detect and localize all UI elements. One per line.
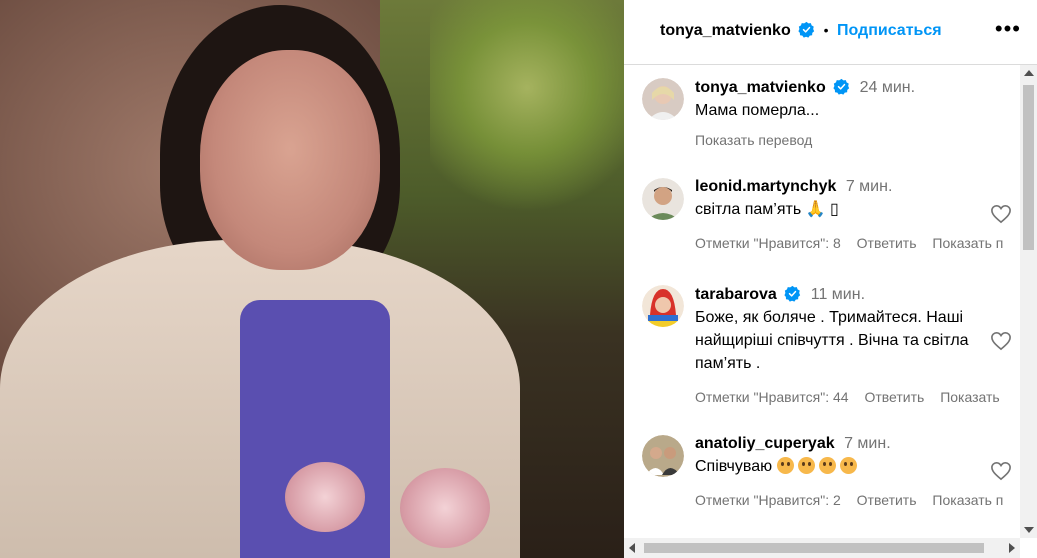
- scrollbar-thumb[interactable]: [1023, 85, 1034, 250]
- comment-text: Співчуваю: [695, 455, 1015, 478]
- comment-timestamp[interactable]: 7 мин.: [846, 178, 893, 195]
- comment-actions: Отметки "Нравится": 8 Ответить Показать …: [695, 235, 1015, 251]
- heart-outline-icon[interactable]: [990, 331, 1012, 351]
- reply-button[interactable]: Ответить: [857, 492, 917, 508]
- scroll-up-arrow-icon[interactable]: [1024, 70, 1034, 76]
- comment-text: Боже, як боляче . Тримайтеся. Наші найщи…: [695, 309, 969, 372]
- sad-face-icon: [818, 457, 836, 474]
- comment-username[interactable]: anatoliy_cuperyak: [695, 435, 835, 452]
- show-translation-button[interactable]: Показать перевод: [695, 132, 812, 148]
- comment-body: anatoliy_cuperyak 7 мин. Співчуваю Отмет…: [695, 435, 1015, 508]
- avatar[interactable]: [642, 435, 684, 477]
- sad-face-icon: [797, 457, 815, 474]
- scrollbar-thumb[interactable]: [644, 543, 984, 553]
- photo-rose-left: [285, 462, 365, 532]
- avatar[interactable]: [642, 285, 684, 327]
- comment-actions: Отметки "Нравится": 2 Ответить Показать …: [695, 492, 1015, 508]
- avatar[interactable]: [642, 78, 684, 120]
- heart-outline-icon[interactable]: [990, 204, 1012, 224]
- scroll-down-arrow-icon[interactable]: [1024, 527, 1034, 533]
- comment-username[interactable]: leonid.martynchyk: [695, 178, 836, 195]
- comment-actions: Отметки "Нравится": 44 Ответить Показать: [695, 389, 1015, 405]
- more-options-icon[interactable]: •••: [995, 18, 1021, 40]
- follow-button[interactable]: Подписаться: [837, 22, 942, 39]
- post-header: tonya_matvienko • Подписаться •••: [624, 0, 1037, 65]
- horizontal-scrollbar[interactable]: [624, 538, 1020, 558]
- scroll-right-arrow-icon[interactable]: [1009, 543, 1015, 553]
- show-replies-button[interactable]: Показать: [940, 389, 1000, 405]
- comments-list: tonya_matvienko 24 мин. Мама померла... …: [624, 65, 1022, 537]
- sad-face-icon: [776, 457, 794, 474]
- photo-foliage: [430, 0, 624, 220]
- likes-count-button[interactable]: Отметки "Нравится": 2: [695, 492, 841, 508]
- comment-body: tonya_matvienko 24 мин. Мама померла... …: [695, 78, 1015, 148]
- comment-username[interactable]: tarabarova: [695, 286, 777, 303]
- verified-badge-icon: [833, 78, 850, 95]
- photo-face: [200, 50, 380, 270]
- comment-text-main: світла пам’ять 🙏: [695, 201, 830, 218]
- header-separator: •: [823, 22, 829, 38]
- comment-body: leonid.martynchyk 7 мин. світла пам’ять …: [695, 178, 1015, 251]
- comment-actions: Показать перевод: [695, 132, 1015, 148]
- scroll-left-arrow-icon[interactable]: [629, 543, 635, 553]
- verified-badge-icon: [784, 285, 801, 302]
- reply-button[interactable]: Ответить: [857, 235, 917, 251]
- comment-timestamp[interactable]: 7 мин.: [844, 435, 891, 452]
- reply-button[interactable]: Ответить: [864, 389, 924, 405]
- comment-timestamp[interactable]: 11 мин.: [811, 286, 865, 303]
- comment-text: Мама померла...: [695, 102, 820, 119]
- header-username[interactable]: tonya_matvienko: [660, 22, 791, 39]
- post-side-panel: tonya_matvienko • Подписаться ••• tonya_…: [624, 0, 1037, 558]
- avatar[interactable]: [642, 178, 684, 220]
- show-replies-button[interactable]: Показать п: [932, 492, 1003, 508]
- post-photo[interactable]: [0, 0, 624, 558]
- comment-text-main: Співчуваю: [695, 458, 773, 475]
- comment-timestamp[interactable]: 24 мин.: [860, 79, 915, 96]
- vertical-scrollbar[interactable]: [1020, 65, 1037, 538]
- sad-face-icon: [839, 457, 857, 474]
- likes-count-button[interactable]: Отметки "Нравится": 44: [695, 389, 849, 405]
- heart-outline-icon[interactable]: [990, 461, 1012, 481]
- comment-username[interactable]: tonya_matvienko: [695, 79, 826, 96]
- header-author-line: tonya_matvienko • Подписаться: [660, 21, 942, 40]
- verified-badge-icon: [798, 21, 815, 38]
- show-replies-button[interactable]: Показать п: [932, 235, 1003, 251]
- unsupported-glyph: ▯: [829, 201, 839, 218]
- likes-count-button[interactable]: Отметки "Нравится": 8: [695, 235, 841, 251]
- comment-text: світла пам’ять 🙏 ▯: [695, 198, 1015, 221]
- comment-body: tarabarova 11 мин. Боже, як боляче . Три…: [695, 285, 1015, 405]
- photo-rose-right: [400, 468, 490, 548]
